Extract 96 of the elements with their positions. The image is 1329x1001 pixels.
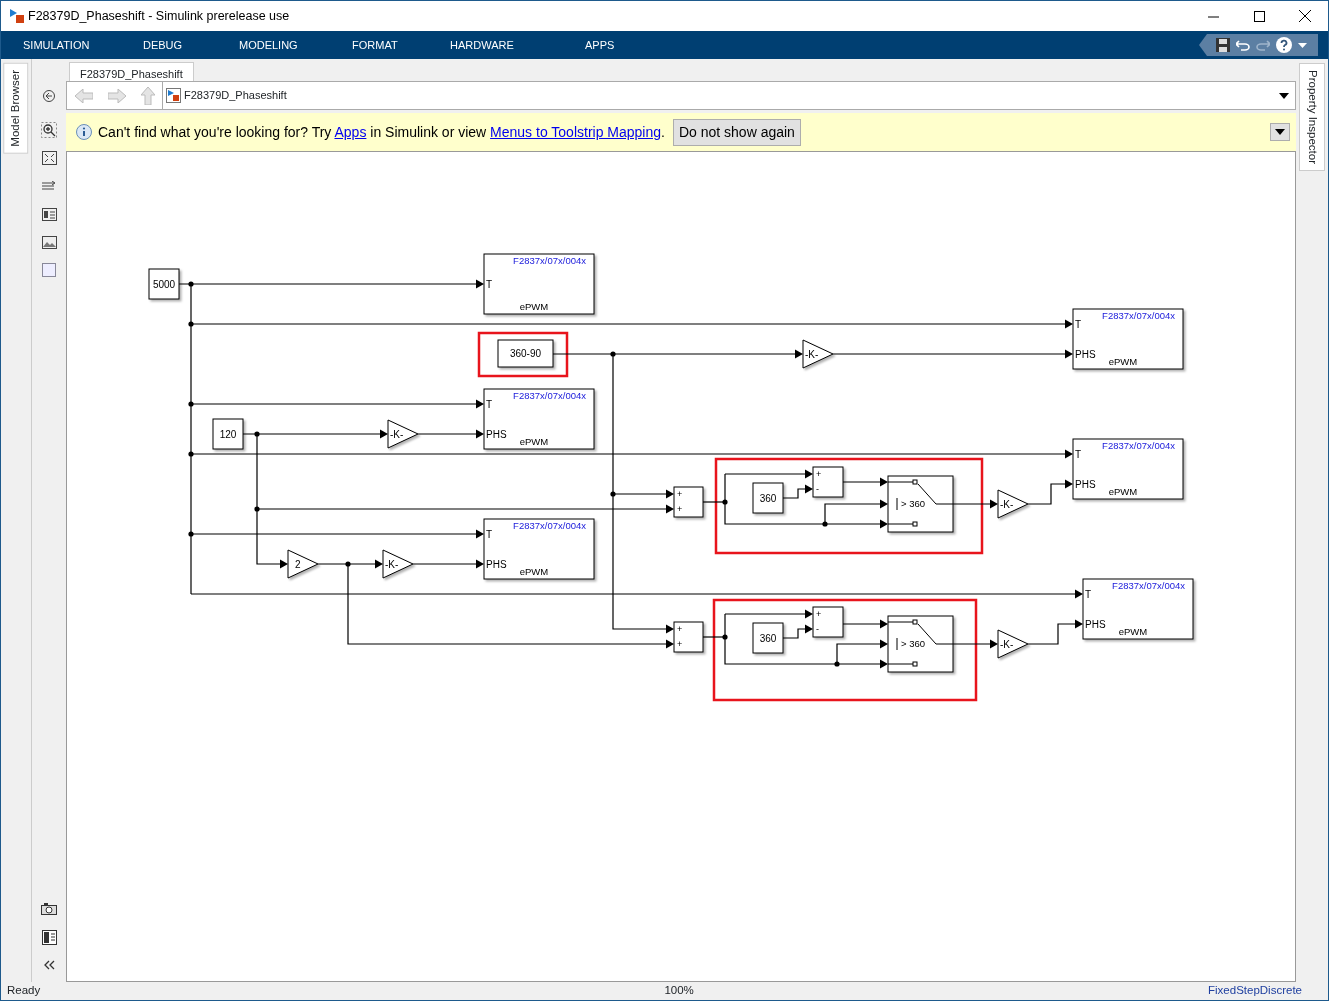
constant-block[interactable]: 360 bbox=[752, 482, 784, 514]
zoom-level: 100% bbox=[664, 983, 694, 999]
junction-dot bbox=[188, 281, 194, 287]
junction-dot bbox=[188, 321, 194, 327]
epwm-block[interactable] bbox=[483, 518, 595, 580]
caret-icon[interactable] bbox=[1295, 42, 1310, 48]
block-title: F2837x/07x/004x bbox=[513, 520, 586, 531]
editor-tab[interactable]: F28379D_Phaseshift bbox=[69, 62, 194, 81]
constant-block[interactable]: 5000 bbox=[148, 268, 180, 300]
zoom-icon[interactable] bbox=[38, 119, 60, 141]
info-icon bbox=[76, 124, 92, 140]
save-icon[interactable] bbox=[1213, 38, 1233, 52]
junction-dot bbox=[834, 661, 840, 667]
block-title: F2837x/07x/004x bbox=[1112, 580, 1185, 591]
toolstrip-tab[interactable]: DEBUG bbox=[143, 36, 239, 54]
junction-dot bbox=[722, 634, 728, 640]
signal-line bbox=[1027, 619, 1083, 645]
epwm-block[interactable] bbox=[483, 253, 595, 315]
maximize-icon bbox=[1253, 10, 1265, 22]
port-label: T bbox=[486, 529, 493, 540]
junction-dot bbox=[822, 521, 828, 527]
signal-line bbox=[417, 429, 484, 439]
signal-line bbox=[952, 639, 998, 649]
epwm-block[interactable] bbox=[1072, 308, 1184, 370]
block-title: F2837x/07x/004x bbox=[1102, 440, 1175, 451]
constant-block[interactable]: 360-90 bbox=[497, 339, 554, 368]
epwm-block[interactable] bbox=[1072, 438, 1184, 500]
port-label: T bbox=[486, 399, 493, 410]
port-label: PHS bbox=[1085, 619, 1106, 630]
junction-dot bbox=[722, 499, 728, 505]
toolstrip-tab[interactable]: APPS bbox=[585, 36, 645, 54]
signal-line bbox=[952, 499, 998, 509]
panel-tab[interactable]: Model Browser bbox=[3, 63, 29, 154]
model-icon bbox=[166, 88, 181, 103]
panel-tab[interactable]: Property Inspector bbox=[1299, 63, 1325, 171]
junction-dot bbox=[254, 506, 260, 512]
junction-dot bbox=[188, 451, 194, 457]
block-label: ePWM bbox=[1108, 356, 1138, 367]
constant-block[interactable]: 360 bbox=[752, 622, 784, 654]
port-label: PHS bbox=[1075, 349, 1096, 360]
port-label: T bbox=[486, 279, 493, 290]
solver-name[interactable]: FixedStepDiscrete bbox=[1208, 982, 1302, 1000]
link[interactable]: Menus to Toolstrip Mapping bbox=[490, 123, 662, 140]
gain-block[interactable]: -K- bbox=[802, 339, 834, 369]
gain-block[interactable]: -K- bbox=[382, 549, 414, 579]
port-label: T bbox=[1075, 449, 1082, 460]
caret-icon bbox=[1275, 129, 1285, 135]
block-title: F2837x/07x/004x bbox=[1102, 310, 1175, 321]
do-not-show-again-button[interactable]: Do not show again bbox=[672, 118, 801, 146]
switch-block[interactable]: > 360 bbox=[887, 475, 954, 533]
junction-dot bbox=[254, 431, 260, 437]
junction-dot bbox=[610, 351, 616, 357]
sum-block[interactable]: + - bbox=[812, 466, 844, 498]
sum-block[interactable]: + + bbox=[673, 621, 704, 653]
port-label: T bbox=[1075, 319, 1082, 330]
constant-block[interactable]: 120 bbox=[212, 418, 244, 450]
model-icon bbox=[9, 8, 25, 24]
block-label: ePWM bbox=[1108, 486, 1138, 497]
junction-dot bbox=[188, 401, 194, 407]
port-label: PHS bbox=[486, 429, 507, 440]
window-title: F28379D_Phaseshift - Simulink prerelease use bbox=[28, 7, 290, 25]
block-title: F2837x/07x/004x bbox=[513, 255, 586, 266]
port-label: PHS bbox=[1075, 479, 1096, 490]
model-path[interactable]: F28379D_Phaseshift bbox=[184, 87, 287, 104]
block-label: ePWM bbox=[519, 566, 549, 577]
help-icon[interactable] bbox=[1273, 37, 1295, 53]
port-label: PHS bbox=[486, 559, 507, 570]
epwm-block[interactable] bbox=[1082, 578, 1194, 640]
signal-line bbox=[1027, 479, 1073, 505]
gain-block[interactable]: 2 bbox=[287, 549, 319, 579]
sum-block[interactable]: + - bbox=[812, 606, 844, 638]
junction-dot bbox=[188, 531, 194, 537]
junction-dot bbox=[345, 561, 351, 567]
switch-block[interactable]: > 360 bbox=[887, 615, 954, 673]
gain-block[interactable]: -K- bbox=[997, 489, 1029, 519]
banner-menu-button[interactable] bbox=[1270, 123, 1290, 141]
block-label: ePWM bbox=[519, 301, 549, 312]
toolstrip-tab[interactable]: HARDWARE bbox=[450, 36, 585, 54]
toolstrip-tab[interactable]: FORMAT bbox=[352, 36, 450, 54]
block-label: ePWM bbox=[519, 436, 549, 447]
gain-block[interactable]: -K- bbox=[387, 419, 419, 449]
link[interactable]: Apps bbox=[334, 123, 367, 140]
sum-block[interactable]: + + bbox=[673, 486, 704, 518]
block-title: F2837x/07x/004x bbox=[513, 390, 586, 401]
close-icon bbox=[1299, 10, 1311, 22]
block-label: ePWM bbox=[1118, 626, 1148, 637]
dropdown-caret-icon[interactable] bbox=[1279, 92, 1289, 99]
toolstrip-tab[interactable]: MODELING bbox=[239, 36, 352, 54]
junction-dot bbox=[610, 491, 616, 497]
gain-block[interactable]: -K- bbox=[997, 629, 1029, 659]
toolstrip-tab[interactable]: SIMULATION bbox=[23, 36, 143, 54]
banner-message: Can't find what you're looking for? Try Apps in Simulink or view Menus to Toolstrip Mapping. bbox=[98, 122, 665, 142]
port-label: T bbox=[1085, 589, 1092, 600]
epwm-block[interactable] bbox=[483, 388, 595, 450]
status-text: Ready bbox=[7, 983, 41, 999]
undo-icon[interactable] bbox=[1233, 39, 1253, 51]
